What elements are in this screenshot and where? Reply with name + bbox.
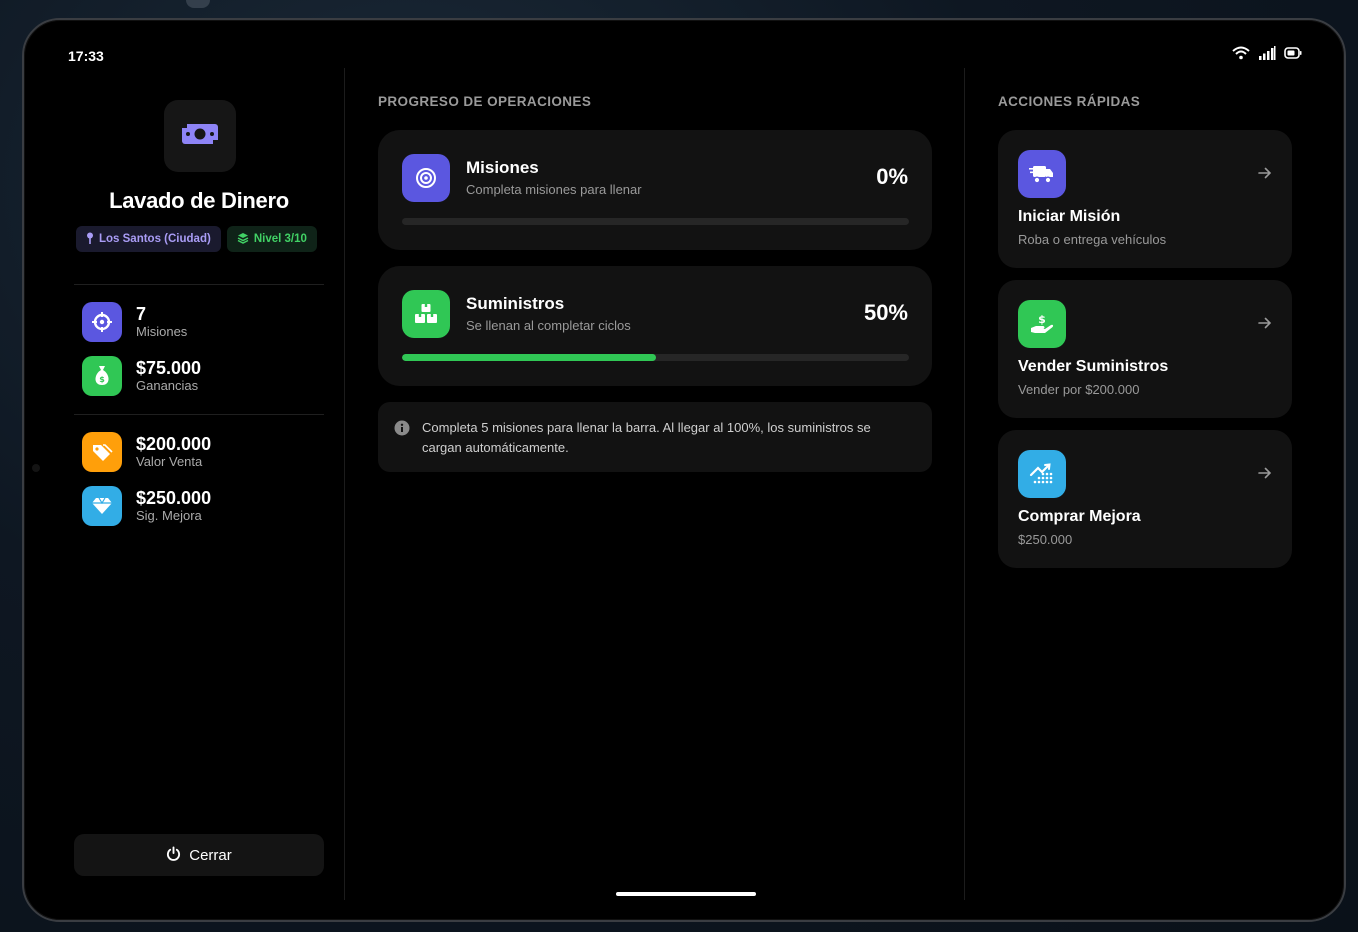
sidebar: Lavado de Dinero Los Santos (Ciudad) Niv… <box>74 68 324 878</box>
card-title: Suministros <box>466 294 565 313</box>
close-label: Cerrar <box>189 846 232 864</box>
action-comprar-mejora[interactable]: Comprar Mejora $250.000 <box>998 430 1292 568</box>
home-indicator[interactable] <box>616 892 756 896</box>
info-icon <box>394 420 410 441</box>
column-divider <box>964 68 965 900</box>
stat-value: $75.000 <box>136 358 202 378</box>
stat-value: 7 <box>136 304 147 324</box>
actions-section-title: ACCIONES RÁPIDAS <box>998 94 1141 109</box>
stat-misiones: 7 Misiones <box>82 302 187 342</box>
card-percent: 50% <box>863 300 908 325</box>
location-label: Los Santos (Ciudad) <box>99 233 211 245</box>
camera-dot <box>32 464 40 472</box>
card-description: Completa misiones para llenar <box>466 182 642 197</box>
progress-card-suministros: Suministros Se llenan al completar ciclo… <box>378 266 932 386</box>
action-title: Vender Suministros <box>1018 358 1169 375</box>
info-box: Completa 5 misiones para llenar la barra… <box>378 402 932 472</box>
pin-icon <box>86 232 94 247</box>
action-title: Iniciar Misión <box>1018 208 1121 225</box>
tablet-frame: 17:33 Lavado de Dinero Los Santos (Ciuda… <box>22 18 1346 922</box>
progress-section-title: PROGRESO DE OPERACIONES <box>378 94 592 109</box>
stat-value: $200.000 <box>136 434 212 454</box>
card-description: Se llenan al completar ciclos <box>466 318 631 333</box>
action-subtitle: Roba o entrega vehículos <box>1018 232 1167 247</box>
app-title: Lavado de Dinero <box>109 188 289 213</box>
action-vender-suministros[interactable]: $ Vender Suministros Vender por $200.000 <box>998 280 1292 418</box>
stat-label: Sig. Mejora <box>136 508 202 523</box>
hand-dollar-icon: $ <box>1018 300 1066 348</box>
arrow-right-icon <box>1258 316 1272 334</box>
stat-label: Valor Venta <box>136 454 203 469</box>
action-subtitle: $250.000 <box>1018 532 1073 547</box>
diamond-icon <box>82 486 122 526</box>
chart-up-icon <box>1018 450 1066 498</box>
arrow-right-icon <box>1258 166 1272 184</box>
money-bag-icon: $ <box>82 356 122 396</box>
action-subtitle: Vender por $200.000 <box>1018 382 1140 397</box>
boxes-icon <box>402 290 450 338</box>
crosshair-icon <box>82 302 122 342</box>
money-bill-icon <box>181 121 219 152</box>
arrow-right-icon <box>1258 466 1272 484</box>
stat-label: Ganancias <box>136 378 199 393</box>
close-button[interactable]: Cerrar <box>74 834 324 876</box>
stat-value: $250.000 <box>136 488 212 508</box>
signal-icon <box>1258 46 1276 60</box>
tags-icon <box>82 432 122 472</box>
svg-text:$: $ <box>99 375 105 384</box>
action-title: Comprar Mejora <box>1018 508 1141 525</box>
wifi-icon <box>1232 46 1250 60</box>
app-logo <box>164 100 236 172</box>
layers-icon <box>237 232 249 247</box>
battery-icon <box>1284 47 1302 59</box>
svg-text:$: $ <box>1038 313 1046 326</box>
divider <box>74 284 324 285</box>
location-badge: Los Santos (Ciudad) <box>76 226 221 252</box>
status-time: 17:33 <box>68 48 104 64</box>
level-label: Nivel 3/10 <box>253 233 307 245</box>
card-title: Misiones <box>466 158 539 177</box>
stat-label: Misiones <box>136 324 188 339</box>
progress-bar <box>402 354 909 361</box>
progress-bar <box>402 218 909 225</box>
column-divider <box>344 68 345 900</box>
progress-card-misiones: Misiones Completa misiones para llenar 0… <box>378 130 932 250</box>
stat-sig-mejora: $250.000 Sig. Mejora <box>82 486 211 526</box>
divider <box>74 414 324 415</box>
stat-valor-venta: $200.000 Valor Venta <box>82 432 211 472</box>
target-icon <box>402 154 450 202</box>
truck-icon <box>1018 150 1066 198</box>
action-iniciar-mision[interactable]: Iniciar Misión Roba o entrega vehículos <box>998 130 1292 268</box>
progress-bar-fill <box>402 354 656 361</box>
badge-row: Los Santos (Ciudad) Nivel 3/10 <box>76 226 326 252</box>
stat-ganancias: $ $75.000 Ganancias <box>82 356 201 396</box>
power-icon <box>166 845 181 865</box>
info-text: Completa 5 misiones para llenar la barra… <box>422 420 871 455</box>
status-icons <box>1232 46 1302 60</box>
card-percent: 0% <box>876 164 908 189</box>
background-detail <box>186 0 210 8</box>
level-badge: Nivel 3/10 <box>226 226 317 252</box>
